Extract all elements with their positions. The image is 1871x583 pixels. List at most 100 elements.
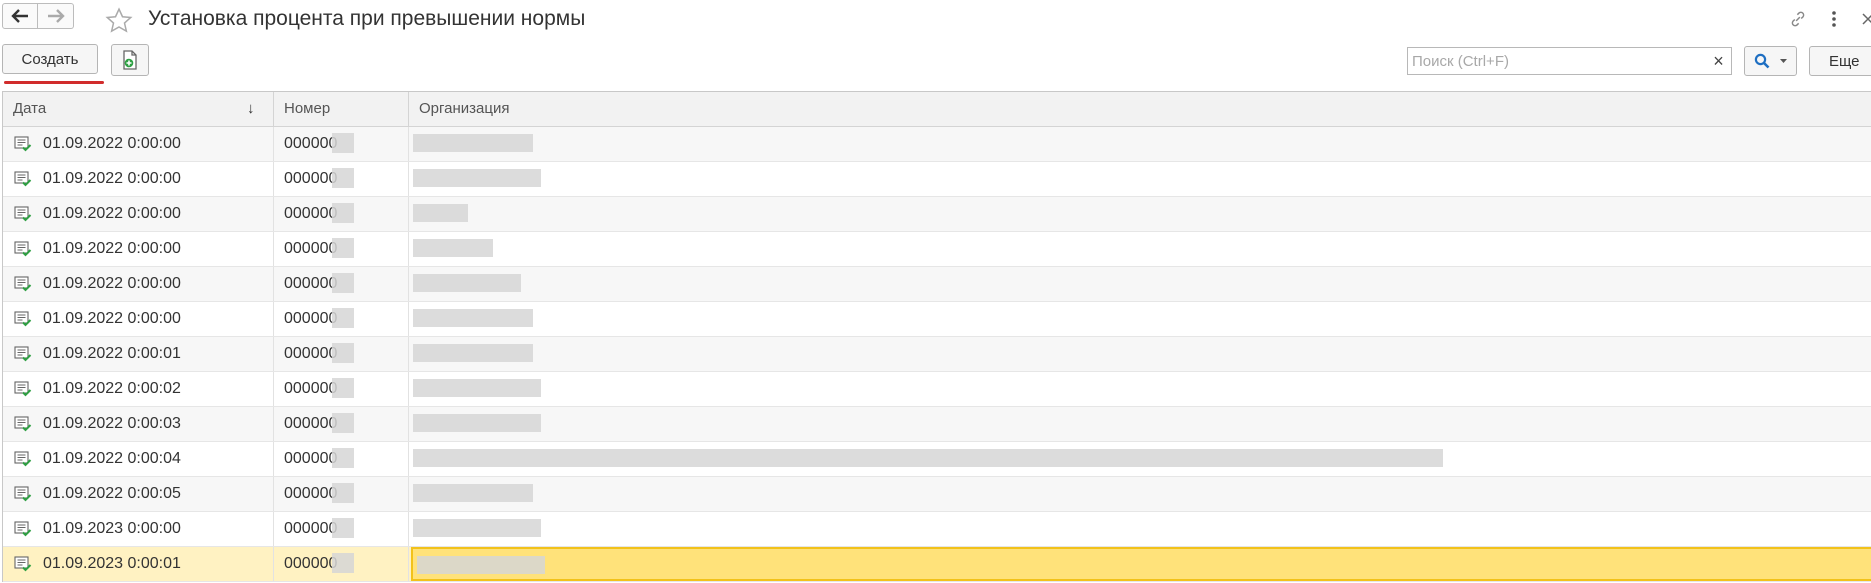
table-header: Дата ↓ Номер Организация xyxy=(3,92,1871,127)
table-row[interactable]: 01.09.2022 0:00:00 000000 xyxy=(3,232,1871,267)
redacted-number xyxy=(332,273,354,293)
redacted-organization xyxy=(413,379,541,397)
link-icon[interactable] xyxy=(1787,8,1809,33)
redacted-organization xyxy=(417,556,545,574)
date-value: 01.09.2023 0:00:00 xyxy=(43,520,181,537)
date-value: 01.09.2022 0:00:00 xyxy=(43,275,181,292)
copy-button[interactable] xyxy=(111,44,149,76)
table-row[interactable]: 01.09.2022 0:00:02 000000 xyxy=(3,372,1871,407)
table-row[interactable]: 01.09.2022 0:00:05 000000 xyxy=(3,477,1871,512)
number-cell: 000000 xyxy=(274,127,409,161)
magnifier-icon xyxy=(1754,53,1770,69)
sort-desc-icon: ↓ xyxy=(247,100,255,117)
table-row[interactable]: 01.09.2023 0:00:01 000000 xyxy=(3,547,1871,582)
date-value: 01.09.2022 0:00:01 xyxy=(43,345,181,362)
number-value: 000000 xyxy=(284,345,338,362)
number-value: 000000 xyxy=(284,310,338,327)
document-copy-icon xyxy=(123,50,137,70)
redacted-organization xyxy=(413,239,493,257)
date-cell: 01.09.2022 0:00:00 xyxy=(3,162,274,196)
number-value: 000000 xyxy=(284,275,338,292)
document-posted-icon xyxy=(14,451,32,467)
document-posted-icon xyxy=(14,381,32,397)
number-value: 000000 xyxy=(284,205,338,222)
chevron-down-icon xyxy=(1780,59,1787,63)
close-icon[interactable] xyxy=(1862,12,1871,28)
table-row[interactable]: 01.09.2022 0:00:00 000000 xyxy=(3,127,1871,162)
table-row[interactable]: 01.09.2022 0:00:00 000000 xyxy=(3,197,1871,232)
date-cell: 01.09.2022 0:00:05 xyxy=(3,477,274,511)
search-button[interactable] xyxy=(1744,46,1797,76)
date-value: 01.09.2023 0:00:01 xyxy=(43,555,181,572)
number-value: 000000 xyxy=(284,135,338,152)
date-cell: 01.09.2022 0:00:01 xyxy=(3,337,274,371)
redacted-organization xyxy=(413,414,541,432)
redacted-number xyxy=(332,553,354,573)
redacted-number xyxy=(332,308,354,328)
organization-cell xyxy=(409,407,1871,441)
table-row[interactable]: 01.09.2022 0:00:01 000000 xyxy=(3,337,1871,372)
command-bar: Создать × Еще xyxy=(0,44,1871,86)
number-value: 000000 xyxy=(284,415,338,432)
date-value: 01.09.2022 0:00:02 xyxy=(43,380,181,397)
create-button[interactable]: Создать xyxy=(2,44,98,74)
documents-table[interactable]: Дата ↓ Номер Организация 01.09.2022 0:00… xyxy=(2,91,1871,582)
forward-button[interactable] xyxy=(38,3,74,29)
redacted-number xyxy=(332,168,354,188)
arrow-right-icon xyxy=(47,9,65,23)
column-header-organization[interactable]: Организация xyxy=(409,92,1871,126)
table-row[interactable]: 01.09.2022 0:00:00 000000 xyxy=(3,162,1871,197)
search-clear-button[interactable]: × xyxy=(1706,47,1732,75)
document-posted-icon xyxy=(14,556,32,572)
date-cell: 01.09.2023 0:00:00 xyxy=(3,512,274,546)
more-vertical-icon[interactable] xyxy=(1828,10,1840,31)
redacted-organization xyxy=(413,169,541,187)
organization-cell xyxy=(409,267,1871,301)
date-cell: 01.09.2022 0:00:00 xyxy=(3,197,274,231)
document-posted-icon xyxy=(14,276,32,292)
redacted-organization xyxy=(413,274,521,292)
number-cell: 000000 xyxy=(274,407,409,441)
table-row[interactable]: 01.09.2022 0:00:03 000000 xyxy=(3,407,1871,442)
table-row[interactable]: 01.09.2022 0:00:00 000000 xyxy=(3,267,1871,302)
redacted-organization xyxy=(413,449,1443,467)
organization-cell xyxy=(409,512,1871,546)
redacted-organization xyxy=(413,309,533,327)
date-value: 01.09.2022 0:00:00 xyxy=(43,310,181,327)
redacted-organization xyxy=(413,344,533,362)
redacted-number xyxy=(332,378,354,398)
table-row[interactable]: 01.09.2023 0:00:00 000000 xyxy=(3,512,1871,547)
arrow-left-icon xyxy=(11,9,28,23)
number-cell: 000000 xyxy=(274,197,409,231)
date-cell: 01.09.2022 0:00:00 xyxy=(3,302,274,336)
redacted-number xyxy=(332,203,354,223)
star-icon[interactable] xyxy=(104,6,134,39)
redacted-number xyxy=(332,238,354,258)
number-cell: 000000 xyxy=(274,302,409,336)
search-input[interactable] xyxy=(1407,47,1707,75)
number-cell: 000000 xyxy=(274,267,409,301)
organization-cell xyxy=(409,232,1871,266)
column-header-number[interactable]: Номер xyxy=(274,92,409,126)
organization-cell xyxy=(409,162,1871,196)
table-row[interactable]: 01.09.2022 0:00:00 000000 xyxy=(3,302,1871,337)
number-value: 000000 xyxy=(284,240,338,257)
document-posted-icon xyxy=(14,171,32,187)
number-value: 000000 xyxy=(284,520,338,537)
redacted-number xyxy=(332,483,354,503)
document-posted-icon xyxy=(14,486,32,502)
table-row[interactable]: 01.09.2022 0:00:04 000000 xyxy=(3,442,1871,477)
back-button[interactable] xyxy=(2,3,38,29)
more-button[interactable]: Еще xyxy=(1809,46,1871,76)
column-header-date[interactable]: Дата xyxy=(3,92,274,126)
date-value: 01.09.2022 0:00:00 xyxy=(43,170,181,187)
redacted-number xyxy=(332,343,354,363)
redacted-number xyxy=(332,413,354,433)
table-body: 01.09.2022 0:00:00 000000 01.09.2022 0:00:… xyxy=(3,127,1871,582)
number-cell: 000000 xyxy=(274,337,409,371)
number-value: 000000 xyxy=(284,170,338,187)
redacted-number xyxy=(332,448,354,468)
redacted-organization xyxy=(413,519,541,537)
number-cell: 000000 xyxy=(274,512,409,546)
date-cell: 01.09.2023 0:00:01 xyxy=(3,547,274,581)
